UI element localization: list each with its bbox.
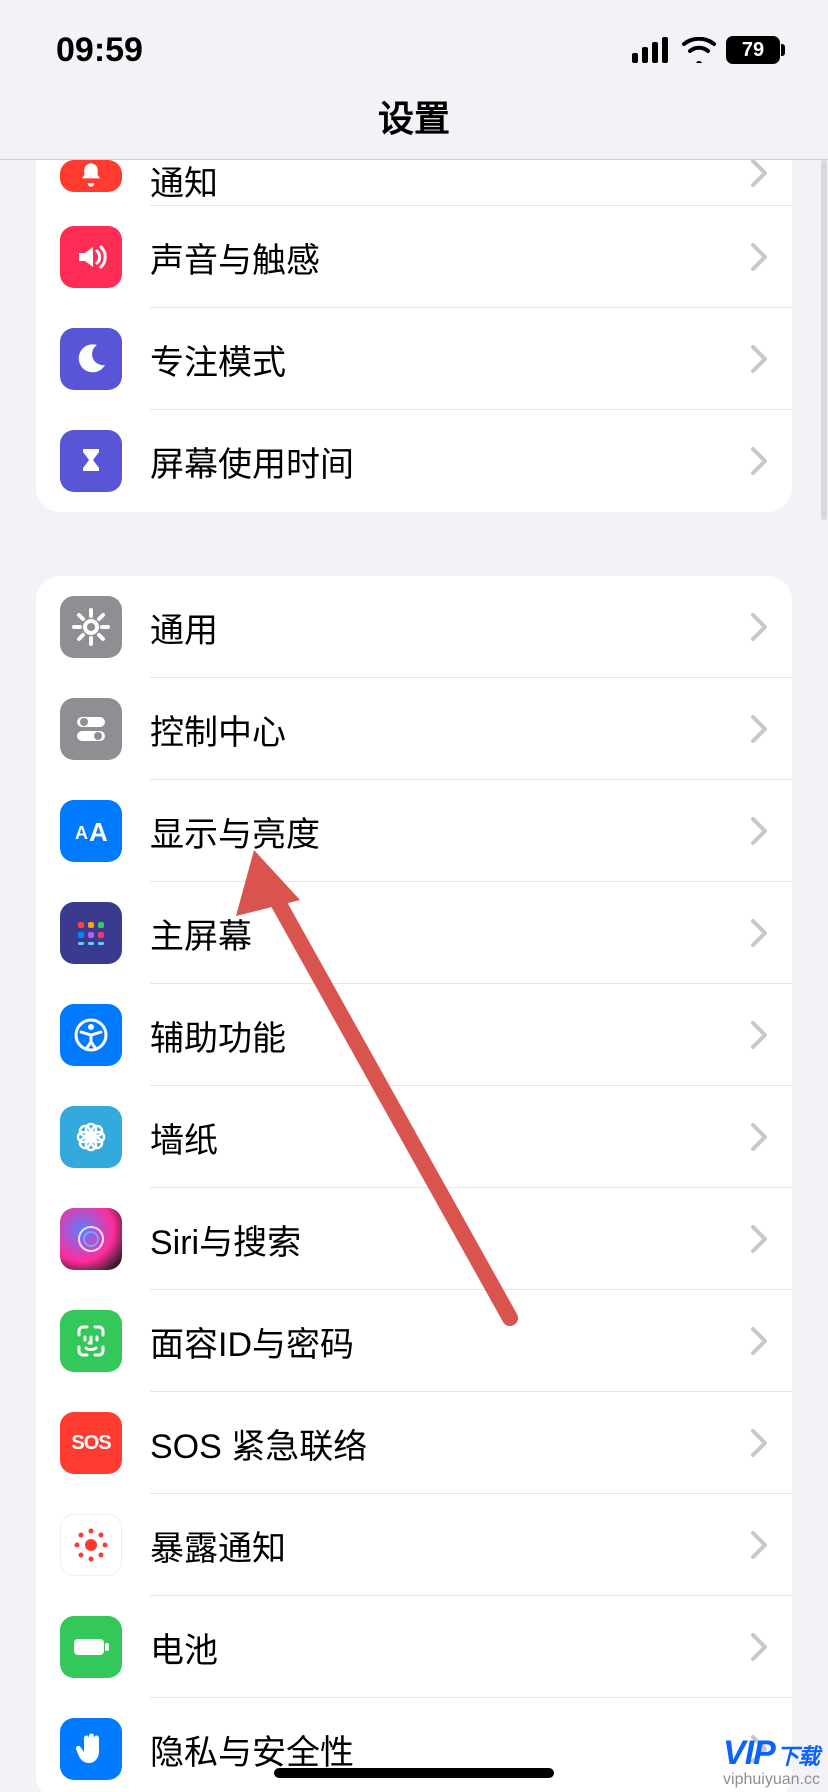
row-home-screen[interactable]: 主屏幕	[36, 882, 792, 984]
faceid-icon	[60, 1310, 122, 1372]
row-control-center[interactable]: 控制中心	[36, 678, 792, 780]
status-right: 79	[632, 36, 780, 64]
text-size-icon: AA	[60, 800, 122, 862]
battery-icon	[60, 1616, 122, 1678]
chevron-right-icon	[750, 612, 768, 642]
chevron-right-icon	[750, 1428, 768, 1458]
home-grid-icon	[60, 902, 122, 964]
row-label: 专注模式	[150, 335, 750, 384]
row-label: 面容ID与密码	[150, 1317, 750, 1366]
accessibility-icon	[60, 1004, 122, 1066]
row-label: SOS 紧急联络	[150, 1419, 750, 1468]
page-title: 设置	[378, 90, 450, 142]
nav-header: 设置	[0, 90, 828, 160]
row-label: Siri与搜索	[150, 1215, 750, 1264]
row-wallpaper[interactable]: 墙纸	[36, 1086, 792, 1188]
settings-group-1: 通知 声音与触感 专注模式 屏幕使用时间	[36, 160, 792, 512]
row-display[interactable]: AA 显示与亮度	[36, 780, 792, 882]
chevron-right-icon	[750, 1632, 768, 1662]
chevron-right-icon	[750, 1530, 768, 1560]
row-label: 隐私与安全性	[150, 1725, 750, 1774]
watermark-text-1a: VIP	[723, 1736, 775, 1770]
row-label: 控制中心	[150, 705, 750, 754]
row-label: 屏幕使用时间	[150, 437, 750, 486]
watermark-text-1b: 下载	[777, 1746, 819, 1768]
row-label: 通用	[150, 603, 750, 652]
chevron-right-icon	[750, 1122, 768, 1152]
hand-icon	[60, 1718, 122, 1780]
wallpaper-icon	[60, 1106, 122, 1168]
home-indicator[interactable]	[274, 1768, 554, 1778]
row-label: 主屏幕	[150, 909, 750, 958]
settings-group-2: 通用 控制中心 AA 显示与亮度	[36, 576, 792, 1792]
chevron-right-icon	[750, 918, 768, 948]
row-sos[interactable]: SOS SOS 紧急联络	[36, 1392, 792, 1494]
row-accessibility[interactable]: 辅助功能	[36, 984, 792, 1086]
row-label: 墙纸	[150, 1113, 750, 1162]
battery-percent: 79	[742, 39, 764, 62]
row-screentime[interactable]: 屏幕使用时间	[36, 410, 792, 512]
wifi-icon	[682, 37, 716, 63]
row-battery[interactable]: 电池	[36, 1596, 792, 1698]
sos-icon: SOS	[60, 1412, 122, 1474]
row-label: 通知	[150, 160, 750, 205]
status-bar: 09:59 79	[0, 0, 828, 90]
svg-text:A: A	[89, 817, 108, 847]
gear-icon	[60, 596, 122, 658]
chevron-right-icon	[750, 446, 768, 476]
row-label: 暴露通知	[150, 1521, 750, 1570]
row-focus[interactable]: 专注模式	[36, 308, 792, 410]
moon-icon	[60, 328, 122, 390]
exposure-icon	[60, 1514, 122, 1576]
row-exposure[interactable]: 暴露通知	[36, 1494, 792, 1596]
row-siri[interactable]: Siri与搜索	[36, 1188, 792, 1290]
speaker-icon	[60, 226, 122, 288]
settings-content: 通知 声音与触感 专注模式 屏幕使用时间	[0, 160, 828, 1792]
row-faceid[interactable]: 面容ID与密码	[36, 1290, 792, 1392]
row-sounds[interactable]: 声音与触感	[36, 206, 792, 308]
chevron-right-icon	[750, 714, 768, 744]
hourglass-icon	[60, 430, 122, 492]
cellular-icon	[632, 37, 672, 63]
chevron-right-icon	[750, 816, 768, 846]
chevron-right-icon	[750, 1020, 768, 1050]
watermark: VIP 下载 viphuiyuan.cc	[723, 1736, 820, 1788]
row-label: 辅助功能	[150, 1011, 750, 1060]
svg-text:A: A	[75, 823, 88, 843]
battery-indicator: 79	[726, 36, 780, 64]
status-time: 09:59	[56, 31, 143, 70]
row-notifications[interactable]: 通知	[36, 160, 792, 206]
row-general[interactable]: 通用	[36, 576, 792, 678]
scrollbar[interactable]	[821, 160, 827, 520]
row-label: 声音与触感	[150, 233, 750, 282]
switches-icon	[60, 698, 122, 760]
chevron-right-icon	[750, 1326, 768, 1356]
watermark-text-2: viphuiyuan.cc	[723, 1772, 820, 1788]
row-label: 显示与亮度	[150, 807, 750, 856]
chevron-right-icon	[750, 242, 768, 272]
chevron-right-icon	[750, 160, 768, 188]
bell-icon	[60, 160, 122, 192]
chevron-right-icon	[750, 1224, 768, 1254]
siri-icon	[60, 1208, 122, 1270]
row-label: 电池	[150, 1623, 750, 1672]
chevron-right-icon	[750, 344, 768, 374]
